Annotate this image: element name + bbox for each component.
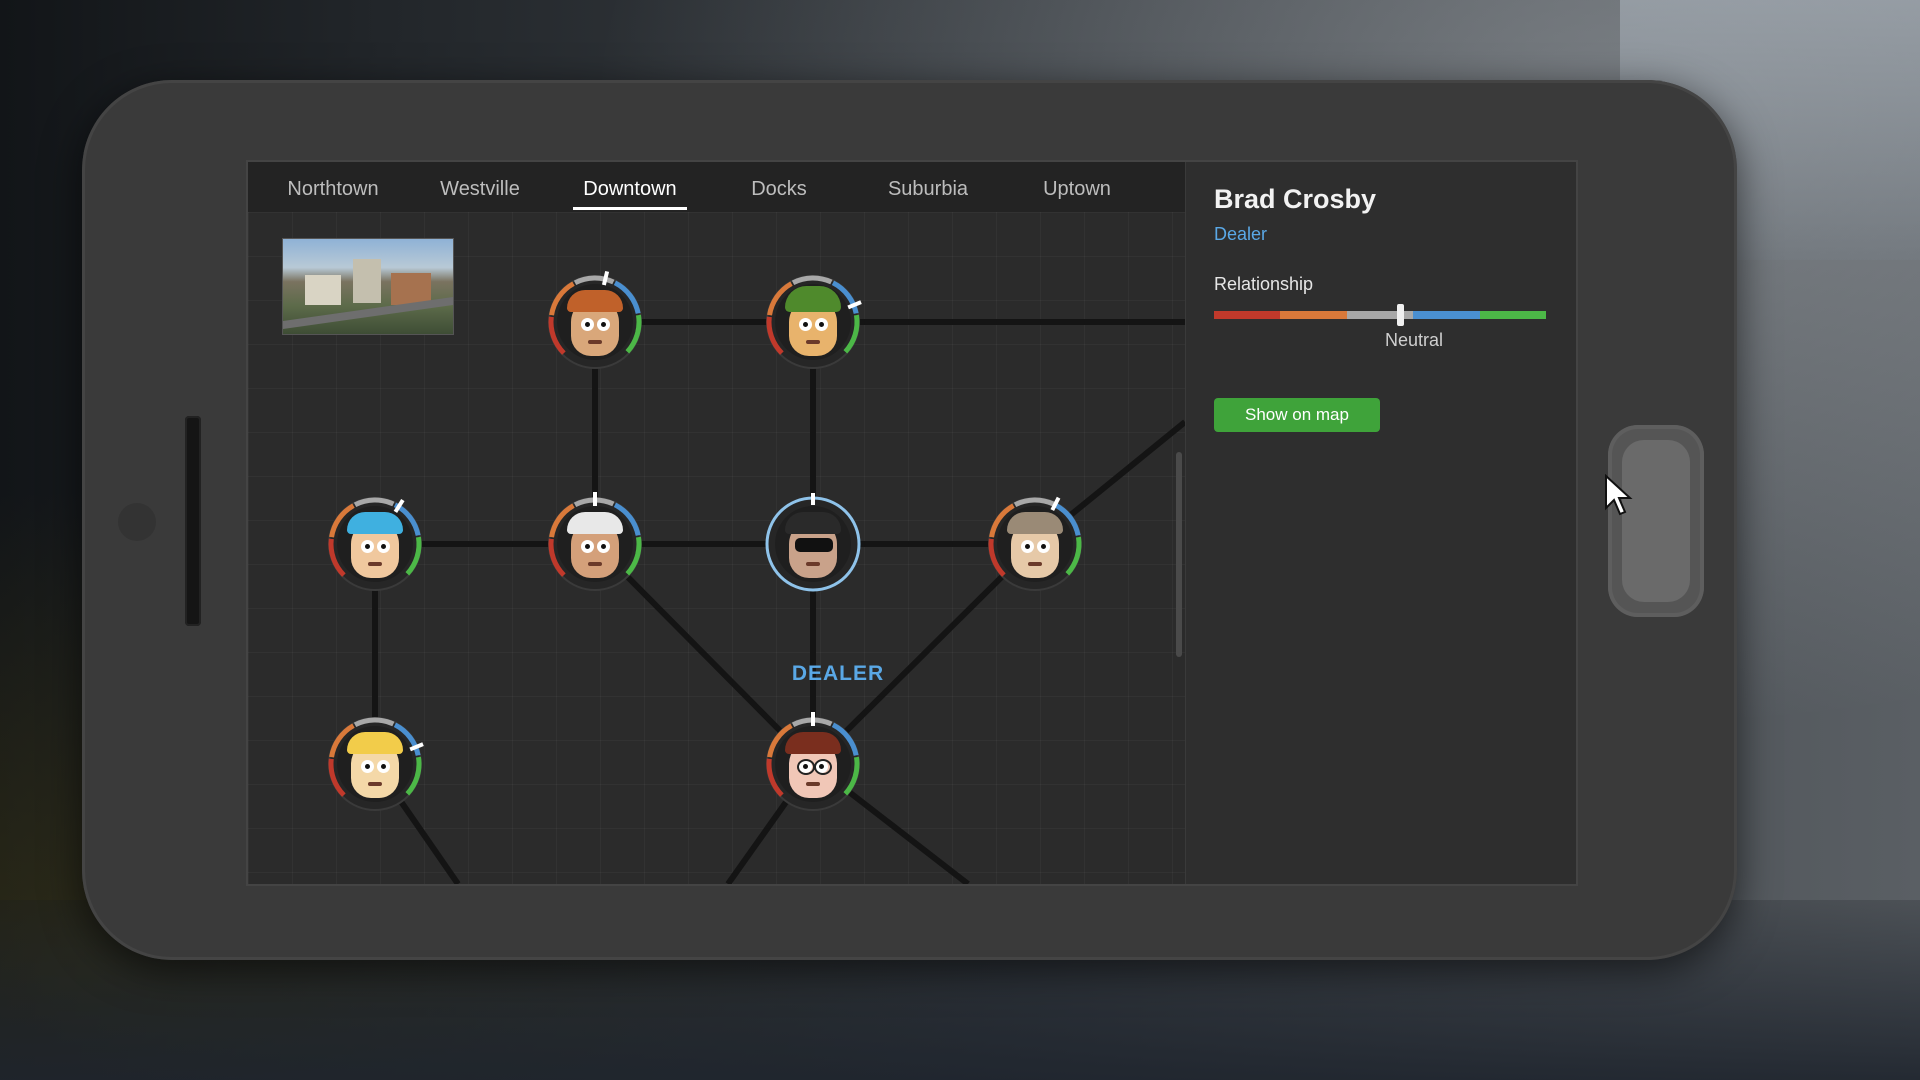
avatar-eye (377, 540, 390, 553)
contact-node[interactable] (540, 267, 650, 377)
thumb-building (353, 259, 381, 303)
relationship-bar (1214, 311, 1547, 319)
thumb-building (305, 275, 341, 305)
contact-node[interactable] (540, 489, 650, 599)
tab-uptown[interactable]: Uptown (1012, 174, 1142, 204)
character-avatar (557, 506, 633, 582)
avatar-eye (361, 760, 374, 773)
selected-node-label: DEALER (791, 662, 885, 685)
avatar-mouth (806, 562, 820, 566)
relationship-bar-segment (1214, 311, 1281, 319)
avatar-eye (1037, 540, 1050, 553)
avatar-eye (377, 760, 390, 773)
contact-detail-panel: Brad Crosby Dealer Relationship Neutral … (1185, 162, 1576, 884)
character-avatar (775, 726, 851, 802)
relationship-bar-segment (1479, 311, 1547, 319)
phone-home-button-inner (1622, 440, 1690, 602)
region-tabs: Northtown Westville Downtown Docks Subur… (248, 162, 1185, 212)
character-avatar (775, 506, 851, 582)
avatar-hat (785, 286, 841, 312)
avatar-eye (815, 318, 828, 331)
relationship-bar-segment (1413, 311, 1480, 319)
avatar-hair (567, 290, 623, 312)
contact-node[interactable] (758, 709, 868, 819)
glasses-icon (814, 759, 832, 775)
avatar-eye (597, 318, 610, 331)
avatar-hair (567, 512, 623, 534)
sunglasses-icon (795, 538, 833, 552)
avatar-eye (581, 318, 594, 331)
avatar-eye (1021, 540, 1034, 553)
relationship-marker (1396, 304, 1404, 326)
avatar-mouth (588, 562, 602, 566)
tab-suburbia[interactable]: Suburbia (863, 174, 993, 204)
avatar-mouth (368, 782, 382, 786)
character-avatar (997, 506, 1073, 582)
avatar-hair (1007, 512, 1063, 534)
avatar-eye (597, 540, 610, 553)
glasses-icon (797, 759, 815, 775)
tab-downtown[interactable]: Downtown (565, 174, 695, 210)
avatar-hair (785, 732, 841, 754)
avatar-hair (347, 732, 403, 754)
avatar-mouth (806, 782, 820, 786)
tab-westville[interactable]: Westville (415, 174, 545, 204)
avatar-eye (361, 540, 374, 553)
contact-role: Dealer (1214, 224, 1268, 244)
contact-node[interactable] (980, 489, 1090, 599)
phone-camera-dot (118, 503, 156, 541)
avatar-hair (785, 512, 841, 534)
character-avatar (557, 284, 633, 360)
avatar-hair (347, 512, 403, 534)
contact-network[interactable]: DEALER (248, 212, 1185, 884)
character-avatar (337, 506, 413, 582)
avatar-mouth (368, 562, 382, 566)
avatar-mouth (588, 340, 602, 344)
contact-name: Brad Crosby (1214, 184, 1377, 214)
avatar-eye (581, 540, 594, 553)
relationship-bar-segment (1280, 311, 1347, 319)
avatar-mouth (806, 340, 820, 344)
tab-northtown[interactable]: Northtown (268, 174, 398, 204)
contact-node-selected[interactable] (758, 489, 868, 599)
show-on-map-button[interactable]: Show on map (1214, 398, 1380, 432)
phone-screen: Northtown Westville Downtown Docks Subur… (246, 160, 1578, 886)
character-avatar (337, 726, 413, 802)
relationship-label: Relationship (1214, 274, 1314, 294)
contact-node[interactable] (320, 709, 430, 819)
contact-node[interactable] (758, 267, 868, 377)
vertical-scrollbar[interactable] (1176, 452, 1182, 657)
avatar-mouth (1028, 562, 1042, 566)
phone-side-slot (185, 416, 201, 626)
contact-node[interactable] (320, 489, 430, 599)
relationship-value: Neutral (1384, 330, 1444, 350)
mouse-cursor-icon (1605, 474, 1633, 516)
character-avatar (775, 284, 851, 360)
area-thumbnail (282, 238, 454, 335)
avatar-eye (799, 318, 812, 331)
tab-docks[interactable]: Docks (714, 174, 844, 204)
